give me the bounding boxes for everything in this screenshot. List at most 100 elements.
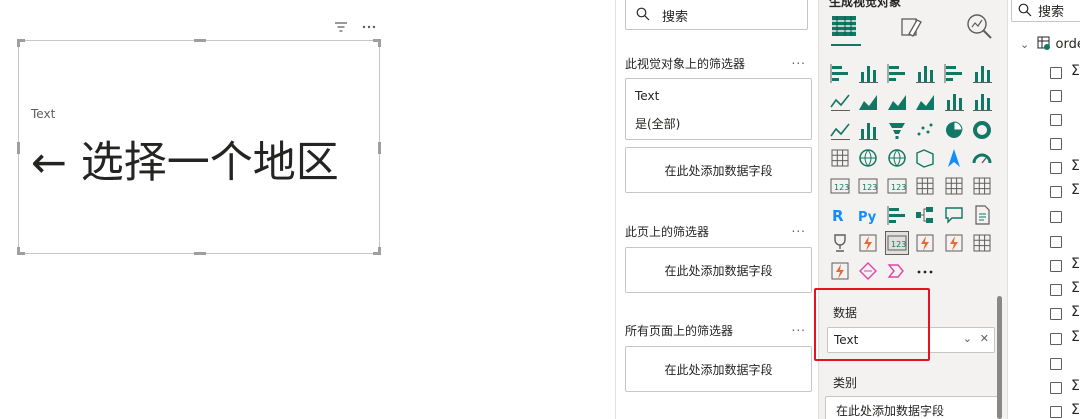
stacked-column-icon[interactable] (857, 62, 879, 84)
more-options-icon[interactable]: ... (792, 320, 806, 334)
visual-filter-card[interactable]: Text 是(全部) (625, 78, 812, 140)
table-icon (1037, 36, 1051, 50)
more-options-icon[interactable]: ... (792, 221, 806, 235)
table-icon[interactable] (943, 175, 965, 197)
filter-icon[interactable] (334, 18, 350, 32)
resize-handle[interactable] (378, 247, 381, 255)
add-category-field[interactable]: 在此处添加数据字段 (825, 396, 1001, 419)
narrative-icon[interactable] (971, 204, 993, 226)
area-chart-icon[interactable] (857, 90, 879, 112)
decomposition-tree-icon[interactable] (914, 204, 936, 226)
gauge-icon[interactable] (971, 147, 993, 169)
more-visuals-icon[interactable] (914, 260, 936, 282)
goals-icon[interactable] (829, 232, 851, 254)
clustered-column-icon[interactable] (914, 62, 936, 84)
line-column-icon[interactable] (943, 90, 965, 112)
field-checkbox[interactable] (1050, 138, 1062, 150)
treemap-icon[interactable] (829, 147, 851, 169)
chevron-down-icon[interactable]: ⌄ (1020, 38, 1029, 51)
power-apps-icon[interactable] (914, 232, 936, 254)
r-visual-icon[interactable]: R (829, 204, 851, 226)
add-visual-filter-field[interactable]: 在此处添加数据字段 (625, 147, 812, 193)
resize-handle[interactable] (194, 39, 206, 42)
resize-handle[interactable] (17, 142, 20, 154)
clustered-bar-icon[interactable] (886, 62, 908, 84)
more-options-icon[interactable] (362, 18, 378, 32)
map-icon[interactable] (857, 147, 879, 169)
power-automate-icon[interactable] (943, 232, 965, 254)
field-checkbox[interactable] (1050, 211, 1062, 223)
slicer-icon[interactable] (914, 175, 936, 197)
sigma-icon: Σ (1071, 63, 1080, 79)
resize-handle[interactable] (194, 252, 206, 255)
field-checkbox[interactable] (1050, 382, 1062, 394)
all-pages-filters-title: 所有页面上的筛选器 (625, 324, 734, 338)
report-canvas: Text ← 选择一个地区 (0, 0, 615, 419)
field-checkbox[interactable] (1050, 308, 1062, 320)
new-slicer-icon[interactable] (971, 232, 993, 254)
paginated-report-icon[interactable] (857, 232, 879, 254)
field-checkbox[interactable] (1050, 114, 1062, 126)
resize-handle[interactable] (378, 142, 381, 154)
line-chart-icon[interactable] (829, 90, 851, 112)
build-visual-icon[interactable] (829, 12, 863, 46)
stacked-area-icon[interactable] (886, 90, 908, 112)
custom-visual-icon[interactable] (857, 260, 879, 282)
chevron-down-icon[interactable]: ⌄ (963, 332, 972, 345)
card-icon[interactable]: 123 (829, 175, 851, 197)
line-clustered-icon[interactable] (971, 90, 993, 112)
qa-icon[interactable] (943, 204, 965, 226)
100-bar-icon[interactable] (943, 62, 965, 84)
funnel-icon[interactable] (886, 119, 908, 141)
field-checkbox[interactable] (1050, 333, 1062, 345)
analytics-icon[interactable] (964, 12, 998, 42)
svg-text:123: 123 (891, 240, 906, 249)
data-search-input[interactable]: 搜索 (1011, 0, 1080, 22)
field-checkbox[interactable] (1050, 186, 1062, 198)
new-card-icon[interactable]: 123 (884, 230, 909, 255)
field-checkbox[interactable] (1050, 162, 1062, 174)
svg-text:123: 123 (862, 183, 877, 192)
multirow-card-icon[interactable]: 123 (857, 175, 879, 197)
resize-handle[interactable] (17, 247, 20, 255)
pie-icon[interactable] (943, 119, 965, 141)
stacked-bar-icon[interactable] (829, 62, 851, 84)
add-all-pages-filter-field[interactable]: 在此处添加数据字段 (625, 346, 812, 392)
kpi-icon[interactable]: 123 (886, 175, 908, 197)
donut-icon[interactable] (971, 119, 993, 141)
field-checkbox[interactable] (1050, 90, 1062, 102)
waterfall-icon[interactable] (857, 119, 879, 141)
table-name: order (1055, 37, 1080, 52)
field-checkbox[interactable] (1050, 260, 1062, 272)
field-checkbox[interactable] (1050, 358, 1062, 370)
filled-map-icon[interactable] (886, 147, 908, 169)
resize-handle[interactable] (17, 39, 20, 47)
scatter-icon[interactable] (914, 119, 936, 141)
more-options-icon[interactable]: ... (792, 53, 806, 67)
field-checkbox[interactable] (1050, 236, 1062, 248)
sigma-icon: Σ (1071, 329, 1080, 345)
filter-search-placeholder: 搜索 (662, 10, 689, 25)
power-automate-2-icon[interactable] (886, 260, 908, 282)
field-checkbox[interactable] (1050, 67, 1062, 79)
filter-search-input[interactable]: 搜索 (625, 0, 808, 30)
shape-map-icon[interactable] (914, 147, 936, 169)
field-checkbox[interactable] (1050, 284, 1062, 296)
matrix-icon[interactable] (971, 175, 993, 197)
card-visual[interactable]: Text ← 选择一个地区 (17, 39, 381, 255)
python-visual-icon[interactable]: Py (857, 204, 879, 226)
azure-map-icon[interactable] (943, 147, 965, 169)
resize-handle[interactable] (378, 39, 381, 47)
format-visual-icon[interactable] (897, 12, 931, 42)
remove-field-icon[interactable]: ✕ (980, 332, 989, 345)
100-area-icon[interactable] (914, 90, 936, 112)
100-column-icon[interactable] (971, 62, 993, 84)
key-influencers-icon[interactable] (886, 204, 908, 226)
field-checkbox[interactable] (1050, 406, 1062, 418)
add-page-filter-field[interactable]: 在此处添加数据字段 (625, 247, 812, 293)
arcgis-icon[interactable] (829, 260, 851, 282)
search-icon (1018, 3, 1032, 17)
scrollbar[interactable] (997, 296, 1002, 419)
ribbon-chart-icon[interactable] (829, 119, 851, 141)
table-row[interactable]: ⌄ order (1020, 36, 1080, 52)
